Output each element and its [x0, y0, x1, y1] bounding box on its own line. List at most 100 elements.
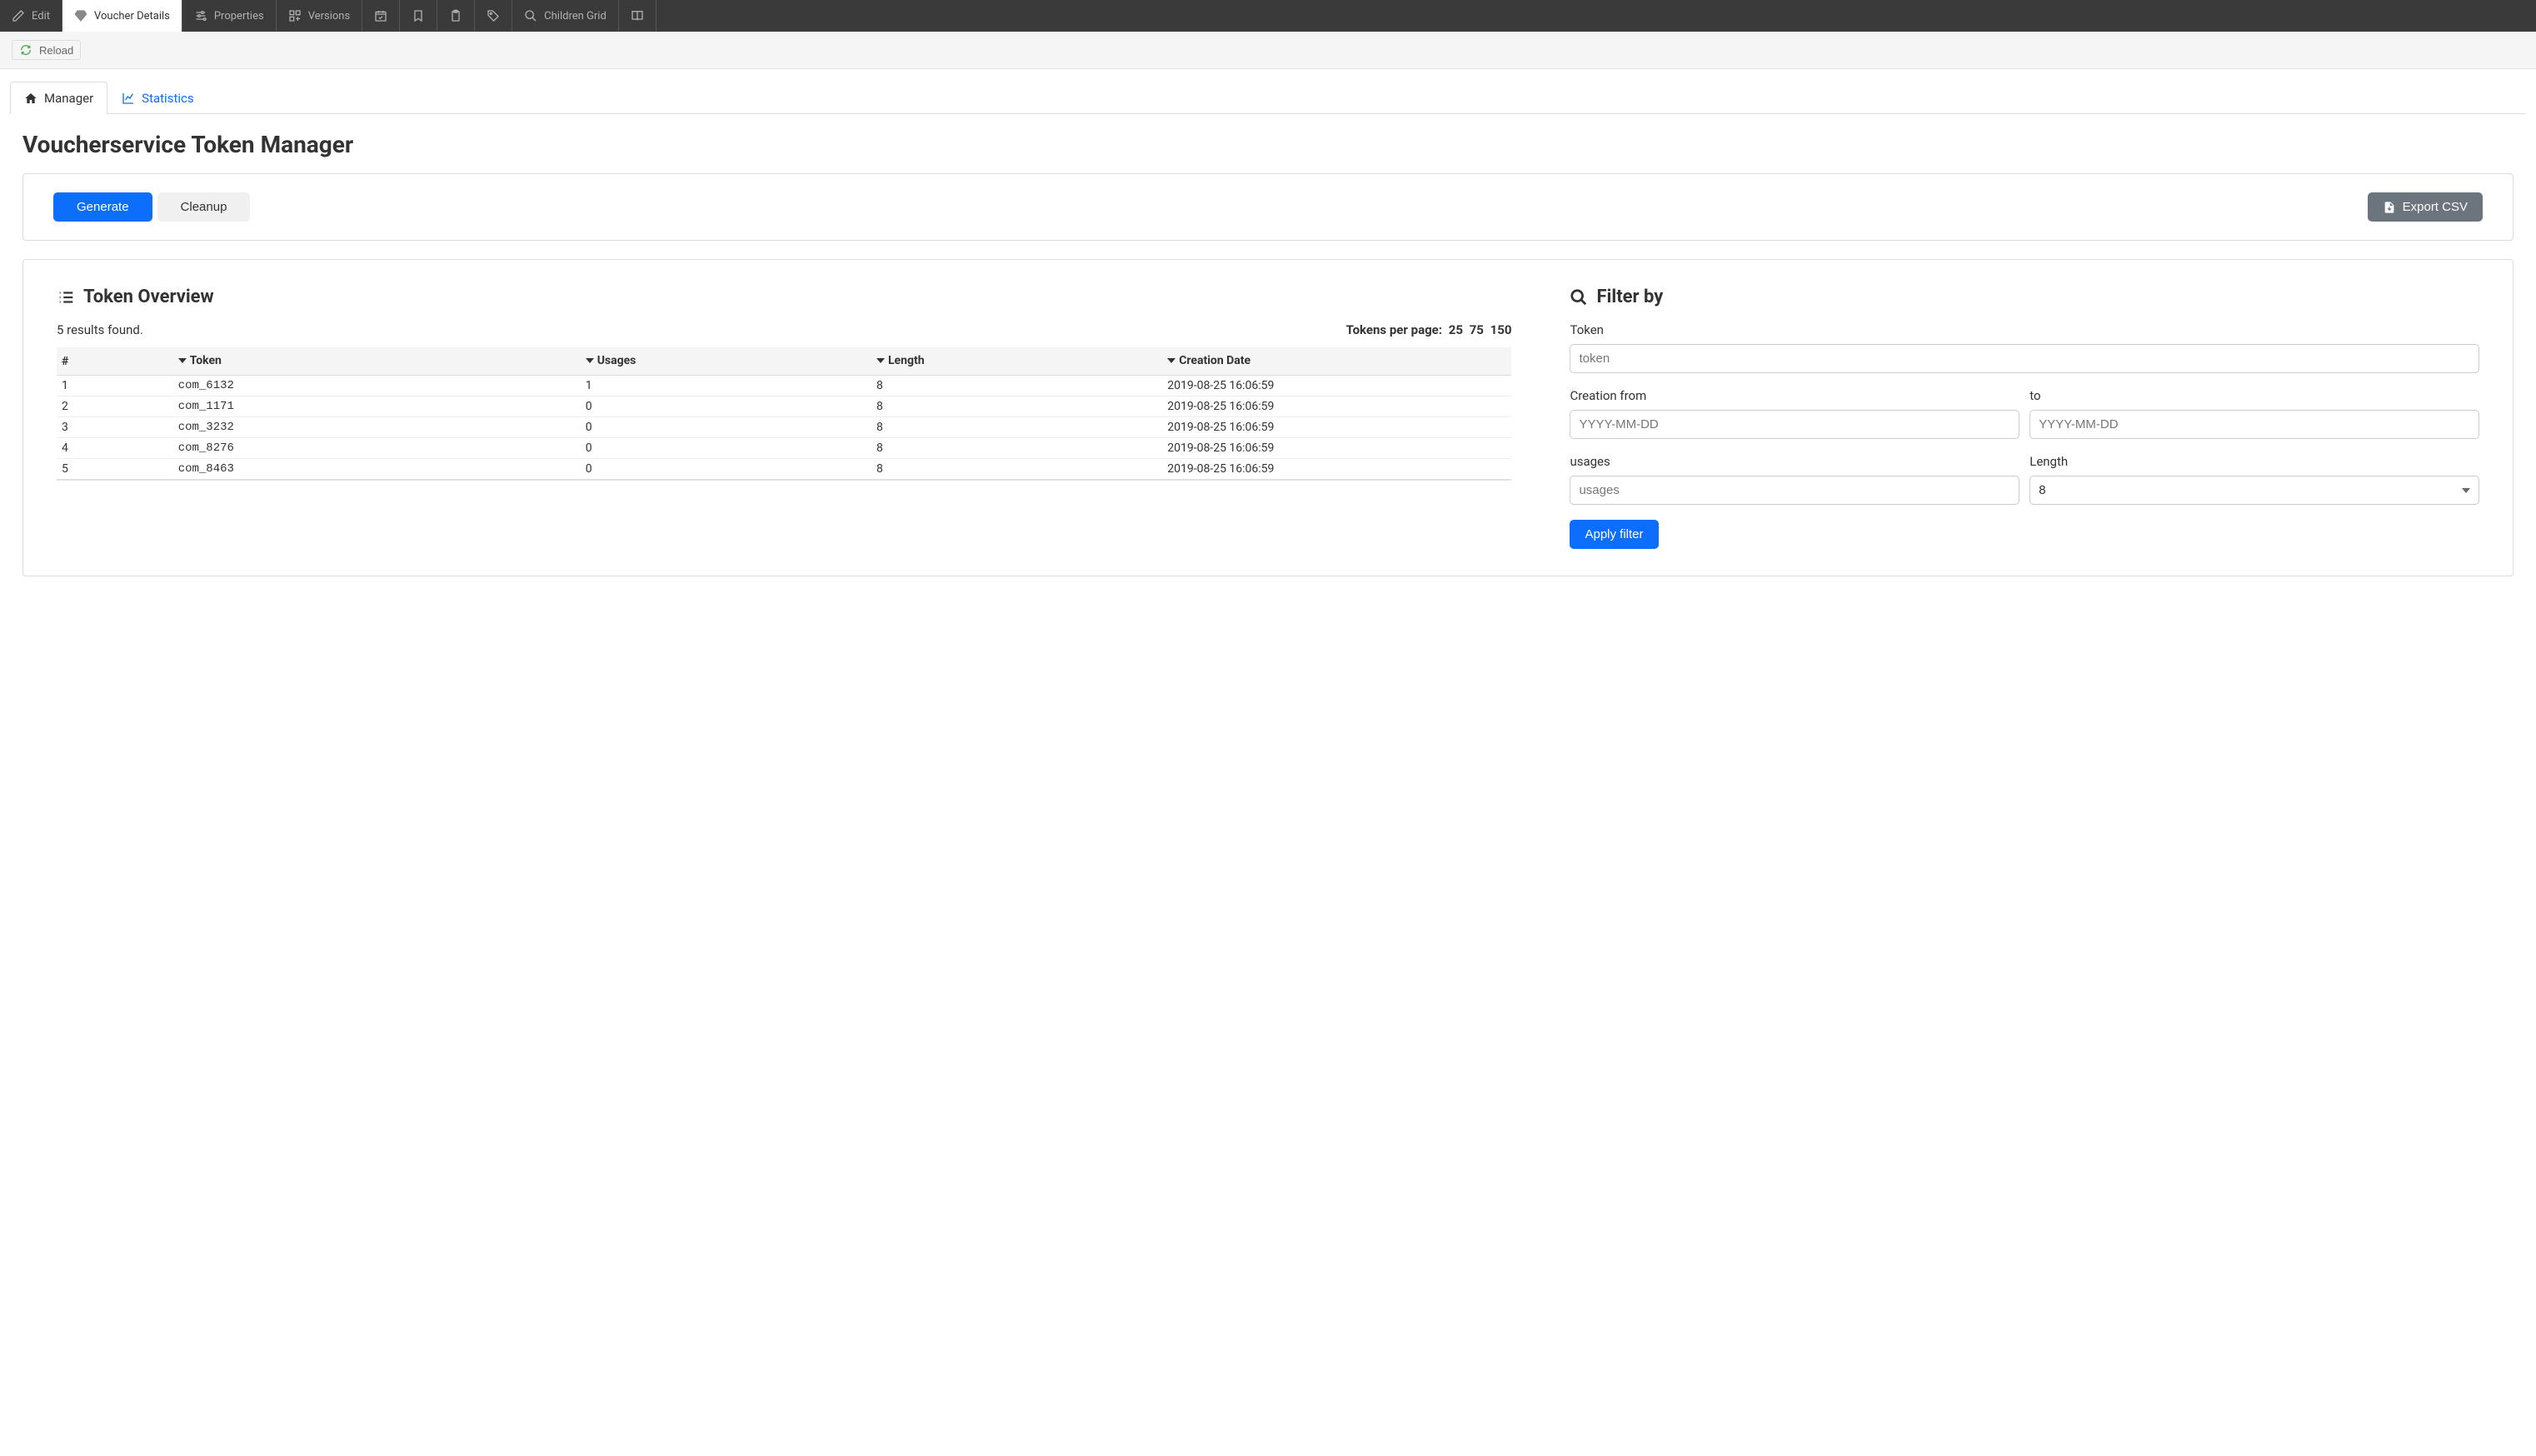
table-row: 2com_1171082019-08-25 16:06:59	[57, 396, 1511, 417]
col-length[interactable]: Length	[871, 347, 1162, 376]
tab-tag[interactable]	[475, 0, 512, 32]
cell-created: 2019-08-25 16:06:59	[1162, 417, 1511, 438]
apply-filter-button[interactable]: Apply filter	[1570, 520, 1658, 549]
tab-voucher-details[interactable]: Voucher Details	[62, 0, 182, 32]
tab-label: Manager	[44, 91, 93, 106]
chart-icon	[122, 92, 135, 105]
tokens-table: # Token Usages Length Creation Date 1com…	[57, 347, 1511, 481]
cell-idx: 4	[57, 438, 173, 459]
export-csv-button[interactable]: Export CSV	[2368, 192, 2483, 222]
cell-usages: 1	[581, 376, 871, 396]
chevron-down-icon	[178, 357, 187, 365]
cell-token: com_6132	[173, 376, 581, 396]
cell-token: com_1171	[173, 396, 581, 417]
tab-label: Edit	[32, 10, 50, 22]
cell-created: 2019-08-25 16:06:59	[1162, 459, 1511, 481]
tab-label: Voucher Details	[94, 10, 170, 22]
reload-label: Reload	[39, 44, 73, 57]
main-panel: Token Overview 5 results found. Tokens p…	[22, 259, 2514, 576]
tab-children-grid[interactable]: Children Grid	[512, 0, 619, 32]
tab-label: Children Grid	[544, 10, 607, 22]
generate-button[interactable]: Generate	[53, 192, 152, 222]
inner-tabs: Manager Statistics	[10, 82, 2526, 114]
export-icon	[2383, 201, 2396, 214]
per-page-75[interactable]: 75	[1470, 322, 1484, 337]
col-idx[interactable]: #	[57, 347, 173, 376]
search-icon	[1570, 288, 1588, 307]
cell-created: 2019-08-25 16:06:59	[1162, 438, 1511, 459]
tab-manager[interactable]: Manager	[10, 82, 107, 114]
cell-length: 8	[871, 396, 1162, 417]
book-open-icon	[631, 9, 644, 22]
reload-icon	[19, 43, 32, 57]
actions-panel: Generate Cleanup Export CSV	[22, 173, 2514, 241]
tab-label: Properties	[214, 10, 264, 22]
length-label: Length	[2029, 454, 2479, 469]
cell-length: 8	[871, 438, 1162, 459]
tab-book[interactable]	[619, 0, 656, 32]
per-page: Tokens per page: 25 75 150	[1346, 322, 1512, 337]
usages-label: usages	[1570, 454, 2019, 469]
cell-usages: 0	[581, 438, 871, 459]
tab-statistics[interactable]: Statistics	[107, 82, 207, 114]
tab-edit[interactable]: Edit	[0, 0, 62, 32]
cleanup-button[interactable]: Cleanup	[157, 192, 251, 222]
cell-idx: 2	[57, 396, 173, 417]
col-usages[interactable]: Usages	[581, 347, 871, 376]
overview-title: Token Overview	[57, 287, 1511, 307]
tab-clipboard[interactable]	[437, 0, 475, 32]
to-input[interactable]	[2029, 410, 2479, 439]
table-row: 1com_6132182019-08-25 16:06:59	[57, 376, 1511, 396]
cell-usages: 0	[581, 396, 871, 417]
usages-input[interactable]	[1570, 476, 2019, 505]
per-page-150[interactable]: 150	[1490, 322, 1512, 337]
clipboard-icon	[449, 9, 462, 22]
token-input[interactable]	[1570, 344, 2479, 373]
cell-idx: 1	[57, 376, 173, 396]
to-label: to	[2029, 388, 2479, 403]
cell-length: 8	[871, 417, 1162, 438]
per-page-25[interactable]: 25	[1449, 322, 1463, 337]
col-token[interactable]: Token	[173, 347, 581, 376]
chevron-down-icon	[1167, 357, 1176, 365]
tab-versions[interactable]: Versions	[277, 0, 362, 32]
results-count: 5 results found.	[57, 322, 143, 337]
grid-plus-icon	[288, 9, 302, 22]
cell-idx: 5	[57, 459, 173, 481]
filter-title: Filter by	[1570, 287, 2479, 307]
cell-created: 2019-08-25 16:06:59	[1162, 376, 1511, 396]
tab-label: Statistics	[142, 91, 193, 106]
diamond-icon	[74, 9, 87, 22]
from-input[interactable]	[1570, 410, 2019, 439]
cell-token: com_8276	[173, 438, 581, 459]
export-label: Export CSV	[2403, 200, 2468, 214]
reload-bar: Reload	[0, 32, 2536, 69]
cell-idx: 3	[57, 417, 173, 438]
table-row: 5com_8463082019-08-25 16:06:59	[57, 459, 1511, 481]
tab-properties[interactable]: Properties	[182, 0, 277, 32]
calendar-check-icon	[374, 9, 387, 22]
list-icon	[57, 288, 75, 307]
token-label: Token	[1570, 322, 2479, 337]
cell-token: com_3232	[173, 417, 581, 438]
from-label: Creation from	[1570, 388, 2019, 403]
pencil-icon	[12, 9, 25, 22]
table-row: 4com_8276082019-08-25 16:06:59	[57, 438, 1511, 459]
cell-created: 2019-08-25 16:06:59	[1162, 396, 1511, 417]
reload-button[interactable]: Reload	[12, 40, 81, 60]
page-title: Voucherservice Token Manager	[22, 131, 2514, 158]
cell-token: com_8463	[173, 459, 581, 481]
length-select[interactable]: 8	[2029, 476, 2479, 505]
chevron-down-icon	[876, 357, 885, 365]
tab-calendar[interactable]	[362, 0, 400, 32]
col-created[interactable]: Creation Date	[1162, 347, 1511, 376]
tab-label: Versions	[308, 10, 350, 22]
bookmark-icon	[412, 9, 425, 22]
sliders-icon	[194, 9, 207, 22]
table-row: 3com_3232082019-08-25 16:06:59	[57, 417, 1511, 438]
cell-usages: 0	[581, 459, 871, 481]
home-icon	[24, 92, 37, 105]
top-toolbar: Edit Voucher Details Properties Versions…	[0, 0, 2536, 32]
tab-bookmark[interactable]	[400, 0, 437, 32]
chevron-down-icon	[586, 357, 594, 365]
